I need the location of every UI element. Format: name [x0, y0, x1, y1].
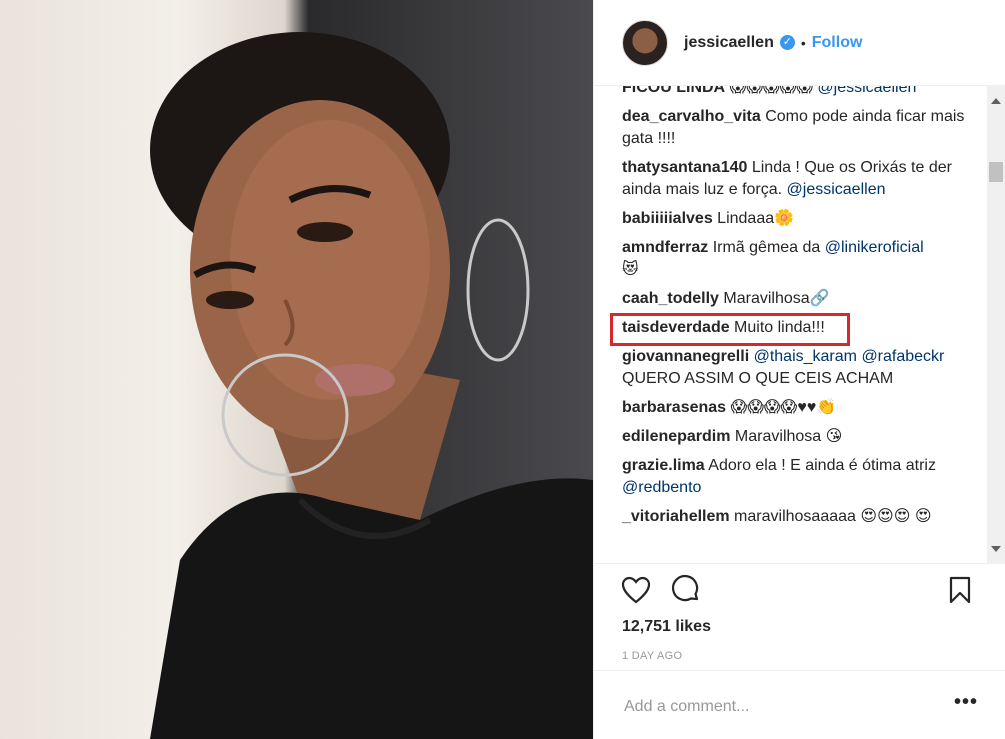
post-photo — [0, 0, 593, 739]
comment-username[interactable]: FICOU LINDA — [622, 86, 725, 96]
comment-username[interactable]: amndferraz — [622, 239, 708, 256]
bookmark-icon[interactable] — [944, 574, 976, 606]
comments-inner: FICOU LINDA 😱😱😱😱😱 @jessicaellen dea_carv… — [622, 86, 972, 535]
comment-item: FICOU LINDA 😱😱😱😱😱 @jessicaellen — [622, 86, 972, 99]
comment-mention[interactable]: @jessicaellen — [817, 86, 916, 96]
comment-text: 😱😱😱😱😱 — [725, 86, 818, 96]
comment-mention[interactable]: @thais_karam — [754, 348, 857, 365]
add-comment-bar: ••• — [594, 670, 1005, 739]
comments-scrollbar[interactable] — [987, 86, 1005, 564]
more-options-icon[interactable]: ••• — [954, 691, 978, 714]
comment-mention[interactable]: @linikeroficial — [825, 239, 924, 256]
comment-item: thatysantana140 Linda ! Que os Orixás te… — [622, 157, 972, 201]
comment-tail: QUERO ASSIM O QUE CEIS ACHAM — [622, 370, 894, 387]
comment-text: Lindaaa🌼 — [712, 210, 795, 227]
likes-count[interactable]: 12,751 likes — [622, 618, 711, 636]
comment-item: barbarasenas 😱😱😱😱♥♥👏 — [622, 397, 972, 419]
comment-item: babiiiiialves Lindaaa🌼 — [622, 208, 972, 230]
header-username[interactable]: jessicaellen — [684, 34, 774, 52]
verified-badge-icon: ✓ — [779, 35, 795, 50]
heart-icon[interactable] — [620, 574, 652, 606]
post-side-panel: jessicaellen ✓ • Follow FICOU LINDA 😱😱😱😱… — [593, 0, 1005, 739]
comment-mention[interactable]: @redbento — [622, 479, 701, 496]
comment-text: maravilhosaaaaa 😍😍😍 😍 — [729, 508, 932, 525]
comment-username[interactable]: edilenepardim — [622, 428, 730, 445]
comment-username[interactable]: babiiiiialves — [622, 210, 713, 227]
comment-username[interactable]: caah_todelly — [622, 290, 719, 307]
portrait-illustration — [150, 32, 593, 739]
comment-text: 😱😱😱😱♥♥👏 — [726, 399, 837, 416]
comment-item: dea_carvalho_vita Como pode ainda ficar … — [622, 106, 972, 150]
scrollbar-thumb[interactable] — [989, 162, 1003, 182]
comment-username[interactable]: barbarasenas — [622, 399, 726, 416]
post-header: jessicaellen ✓ • Follow — [594, 0, 1005, 86]
scroll-down-icon[interactable] — [991, 546, 1001, 552]
comment-username[interactable]: _vitoriahellem — [622, 508, 730, 525]
comment-item: amndferraz Irmã gêmea da @linikeroficial… — [622, 237, 972, 281]
add-comment-input[interactable] — [622, 693, 946, 721]
comment-item: caah_todelly Maravilhosa🔗 — [622, 288, 972, 310]
comment-text: Maravilhosa 😘 — [730, 428, 843, 445]
scroll-up-icon[interactable] — [991, 98, 1001, 104]
comment-text: Irmã gêmea da — [708, 239, 825, 256]
avatar[interactable] — [622, 19, 668, 66]
comment-item: grazie.lima Adoro ela ! E ainda é ótima … — [622, 455, 972, 499]
comment-mention[interactable]: @jessicaellen — [787, 181, 886, 198]
comment-item: edilenepardim Maravilhosa 😘 — [622, 426, 972, 448]
comment-username[interactable]: giovannanegrelli — [622, 348, 749, 365]
comment-tail: 😻 — [622, 261, 639, 278]
comment-mention[interactable]: @rafabeckr — [861, 348, 944, 365]
comment-username[interactable]: thatysantana140 — [622, 159, 747, 176]
comment-username[interactable]: grazie.lima — [622, 457, 705, 474]
comment-text: Maravilhosa🔗 — [718, 290, 830, 307]
action-bar — [594, 564, 1005, 618]
comment-username[interactable]: dea_carvalho_vita — [622, 108, 761, 125]
comment-text: Adoro ela ! E ainda é ótima atriz — [704, 457, 936, 474]
separator-dot: • — [800, 34, 806, 51]
post-timestamp[interactable]: 1 DAY AGO — [622, 650, 682, 662]
comment-icon[interactable] — [670, 574, 702, 606]
comment-item: giovannanegrelli @thais_karam @rafabeckr… — [622, 346, 972, 390]
follow-button[interactable]: Follow — [812, 34, 863, 52]
highlight-box — [610, 313, 850, 346]
comment-item: _vitoriahellem maravilhosaaaaa 😍😍😍 😍 — [622, 506, 972, 528]
